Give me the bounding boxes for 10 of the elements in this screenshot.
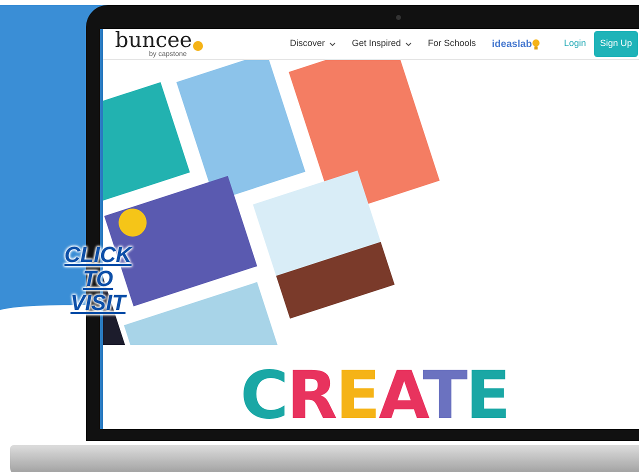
nav-link[interactable]: For Schools: [428, 37, 476, 51]
nav-menu-item[interactable]: Discover: [290, 37, 336, 51]
nav-menu-item[interactable]: Get Inspired: [352, 37, 412, 51]
logo-dot-icon: [193, 41, 204, 51]
hero-title: CREATE: [240, 363, 509, 429]
logo-wordmark[interactable]: buncee: [115, 30, 192, 51]
ideas-lab-link[interactable]: ideaslab: [492, 36, 540, 52]
chevron-down-icon: [404, 42, 412, 46]
light-bulb-icon: [532, 38, 540, 50]
chevron-down-icon: [328, 42, 336, 46]
